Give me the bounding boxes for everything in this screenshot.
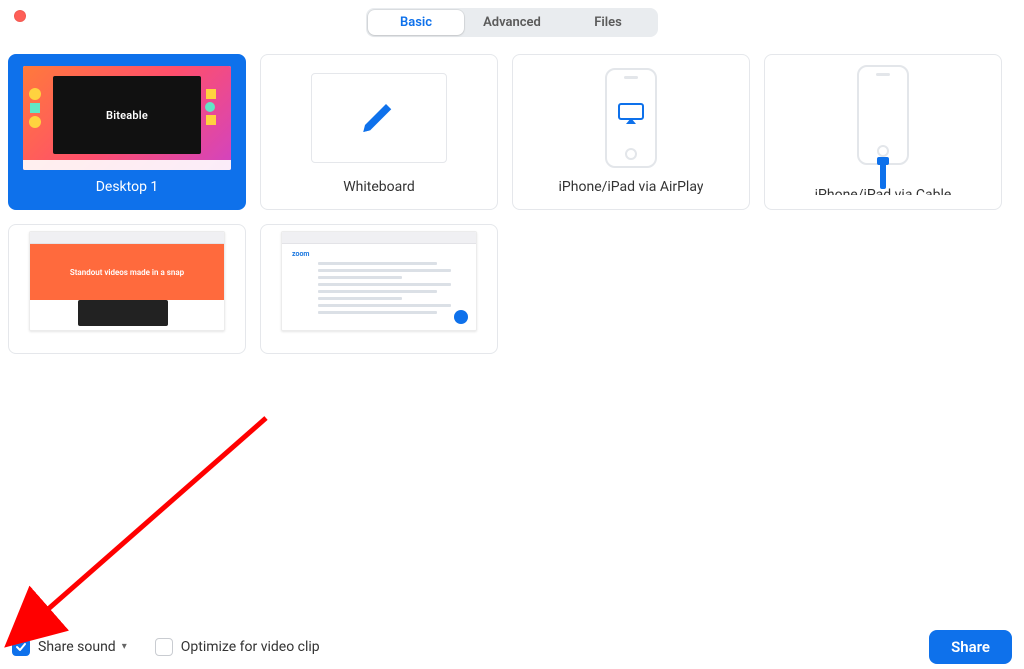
share-options-grid: Biteable Desktop 1 Whiteboard [8, 54, 1016, 354]
pencil-icon [358, 97, 400, 139]
app-thumbnail: zoom [271, 231, 487, 331]
share-button[interactable]: Share [929, 630, 1012, 664]
close-window-button[interactable] [14, 10, 26, 22]
tab-basic[interactable]: Basic [368, 10, 464, 35]
share-option-app-firefox-biteable[interactable]: Standout videos made in a snap Firefox -… [8, 224, 246, 354]
desktop-preview-title: Biteable [106, 109, 148, 122]
share-option-app-firefox-zoom[interactable]: zoom Firefox - Sharing computer sound… [260, 224, 498, 354]
share-mode-tabs: Basic Advanced Files [366, 8, 658, 37]
preview-hero-text: Standout videos made in a snap [70, 268, 184, 277]
window-controls [14, 10, 26, 22]
share-screen-dialog: Basic Advanced Files Biteable Desktop 1 [0, 0, 1024, 669]
app-thumbnail: Standout videos made in a snap [19, 231, 235, 331]
whiteboard-thumbnail [271, 65, 487, 171]
share-option-cable[interactable]: iPhone/iPad via Cable [764, 54, 1002, 210]
desktop-thumbnail: Biteable [19, 65, 235, 171]
optimize-video-label: Optimize for video clip [181, 639, 320, 655]
airplay-thumbnail [523, 65, 739, 171]
share-option-label: iPhone/iPad via AirPlay [559, 179, 704, 195]
share-sound-label: Share sound [38, 639, 116, 655]
share-sound-checkbox[interactable]: Share sound ▾ [12, 638, 127, 656]
preview-brand: zoom [292, 250, 309, 258]
share-option-airplay[interactable]: iPhone/iPad via AirPlay [512, 54, 750, 210]
share-option-whiteboard[interactable]: Whiteboard [260, 54, 498, 210]
chevron-down-icon[interactable]: ▾ [122, 641, 127, 652]
tab-advanced[interactable]: Advanced [464, 10, 560, 35]
share-option-label: Whiteboard [343, 179, 415, 195]
optimize-video-checkbox[interactable]: Optimize for video clip [155, 638, 320, 656]
share-option-desktop-1[interactable]: Biteable Desktop 1 [8, 54, 246, 210]
tab-files[interactable]: Files [560, 10, 656, 35]
cable-icon [880, 163, 886, 189]
share-option-label: Desktop 1 [96, 179, 159, 195]
checkmark-icon [15, 641, 27, 653]
airplay-icon [618, 103, 644, 125]
footer-bar: Share sound ▾ Optimize for video clip Sh… [0, 623, 1024, 669]
cable-thumbnail [775, 65, 991, 179]
